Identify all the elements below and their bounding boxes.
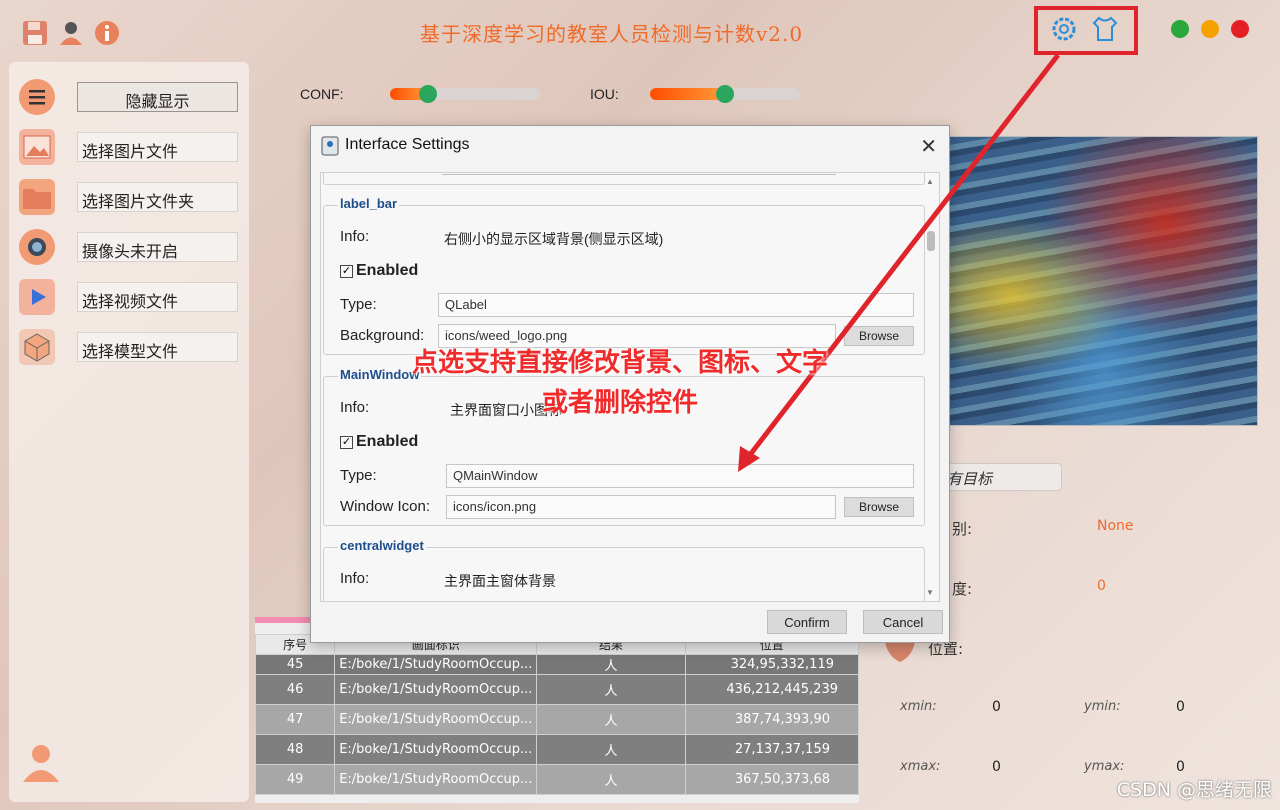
annotation-text-line2: 或者删除控件: [541, 388, 698, 418]
watermark: CSDN @思绪无限: [1116, 779, 1272, 801]
annotation-text-line1: 点选支持直接修改背景、图标、文字: [411, 348, 828, 378]
